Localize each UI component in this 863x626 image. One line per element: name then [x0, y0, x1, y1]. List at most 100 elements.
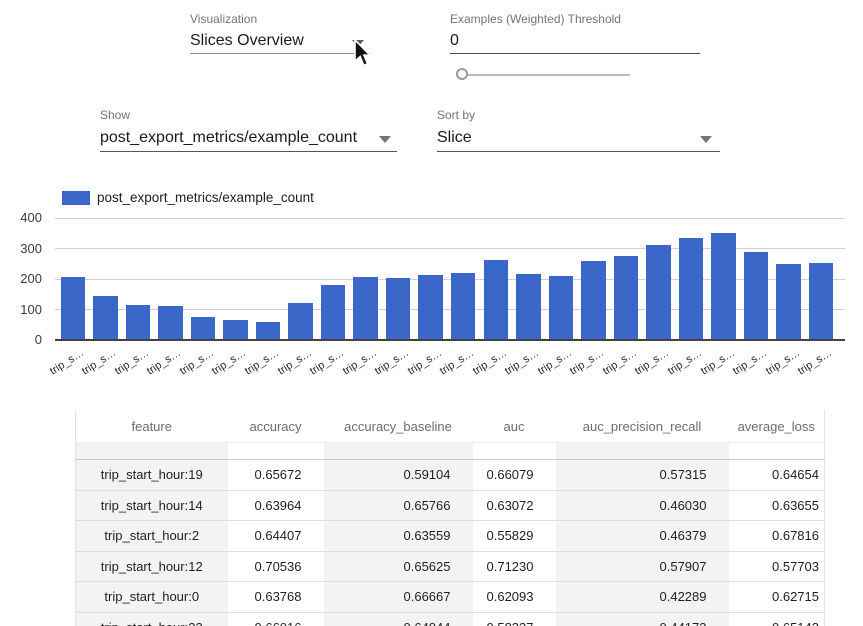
- bar[interactable]: [549, 276, 574, 340]
- metric-cell: 0.57907: [556, 551, 729, 582]
- column-header-accuracy_baseline[interactable]: accuracy_baseline: [324, 410, 473, 443]
- metric-cell: 0.59104: [324, 460, 473, 491]
- metric-cell: 0.65625: [324, 551, 473, 582]
- column-header-auc[interactable]: auc: [473, 410, 556, 443]
- legend-swatch: [62, 191, 90, 205]
- metric-cell: 0.42289: [556, 582, 729, 613]
- metric-cell: 0.57315: [556, 460, 729, 491]
- bar[interactable]: [581, 261, 606, 340]
- sort-by-value[interactable]: Slice: [437, 129, 472, 147]
- sort-by-label: Sort by: [437, 108, 475, 122]
- metric-cell: 0.62715: [729, 582, 825, 613]
- bar[interactable]: [93, 296, 118, 340]
- metric-cell: 0.63559: [324, 521, 473, 552]
- feature-cell: trip_start_hour:2: [76, 521, 228, 552]
- bar[interactable]: [223, 320, 248, 340]
- slider-handle[interactable]: [456, 68, 468, 80]
- bar[interactable]: [744, 252, 769, 340]
- chart-x-axis-line: [55, 339, 845, 341]
- feature-cell: trip_start_hour:12: [76, 551, 228, 582]
- table-row: trip_start_hour:140.639640.657660.63072 0…: [76, 490, 825, 521]
- feature-cell: trip_start_hour:14: [76, 490, 228, 521]
- column-header-feature[interactable]: feature: [76, 410, 228, 443]
- bar[interactable]: [451, 273, 476, 340]
- visualization-value[interactable]: Slices Overview: [190, 32, 304, 50]
- show-underline: [100, 151, 397, 152]
- metric-cell: 0.46379: [556, 521, 729, 552]
- bar[interactable]: [321, 285, 346, 340]
- bar[interactable]: [126, 305, 151, 340]
- filter-cell: [556, 443, 729, 460]
- threshold-input-underline: [450, 53, 700, 54]
- metric-cell: 0.63072: [473, 490, 556, 521]
- column-header-auc_precision_recall[interactable]: auc_precision_recall: [556, 410, 729, 443]
- bar[interactable]: [776, 264, 801, 340]
- bar[interactable]: [288, 303, 313, 340]
- bar[interactable]: [418, 275, 443, 340]
- chevron-down-icon: [700, 136, 712, 143]
- table-row: trip_start_hour:20.644070.635590.558290.…: [76, 521, 825, 552]
- bar[interactable]: [646, 245, 671, 340]
- bar[interactable]: [386, 278, 411, 340]
- table-row: trip_start_hour:230.660160.648440.583370…: [76, 612, 825, 626]
- metric-cell: 0.44173: [556, 612, 729, 626]
- metrics-table: featureaccuracyaccuracy_baselineaucauc_p…: [75, 410, 825, 626]
- filter-row: [76, 443, 825, 460]
- bar[interactable]: [158, 306, 183, 340]
- column-header-average_loss[interactable]: average_loss: [729, 410, 825, 443]
- y-tick-label: 100: [4, 302, 42, 318]
- feature-cell: trip_start_hour:19: [76, 460, 228, 491]
- sort-by-underline: [437, 151, 720, 152]
- visualization-label: Visualization: [190, 12, 257, 26]
- metric-cell: 0.67816: [729, 521, 825, 552]
- threshold-input[interactable]: 0: [450, 32, 459, 50]
- feature-cell: trip_start_hour:0: [76, 582, 228, 613]
- feature-cell: trip_start_hour:23: [76, 612, 228, 626]
- metric-cell: 0.66667: [324, 582, 473, 613]
- metric-cell: 0.66016: [228, 612, 324, 626]
- y-tick-label: 400: [4, 210, 42, 226]
- bar[interactable]: [61, 277, 86, 340]
- table-row: trip_start_hour:120.705360.656250.712300…: [76, 551, 825, 582]
- slices-overview-widget: Visualization Slices Overview Examples (…: [0, 0, 863, 626]
- metric-cell: 0.64844: [324, 612, 473, 626]
- column-header-accuracy[interactable]: accuracy: [228, 410, 324, 443]
- metric-cell: 0.71230: [473, 551, 556, 582]
- metric-cell: 0.66079: [473, 460, 556, 491]
- show-value[interactable]: post_export_metrics/example_count: [100, 129, 357, 147]
- bar[interactable]: [679, 238, 704, 340]
- metrics-table-container: featureaccuracyaccuracy_baselineaucauc_p…: [75, 410, 825, 626]
- threshold-label: Examples (Weighted) Threshold: [450, 12, 621, 26]
- metric-cell: 0.70536: [228, 551, 324, 582]
- metric-cell: 0.58337: [473, 612, 556, 626]
- bar[interactable]: [809, 263, 834, 340]
- bar[interactable]: [256, 322, 281, 340]
- example-count-bar-chart: post_export_metrics/example_count 0 100 20…: [0, 185, 863, 397]
- metric-cell: 0.55829: [473, 521, 556, 552]
- table-header-row: featureaccuracyaccuracy_baselineaucauc_p…: [76, 410, 825, 443]
- filter-cell: [729, 443, 825, 460]
- filter-cell: [473, 443, 556, 460]
- filter-cell: [228, 443, 324, 460]
- metric-cell: 0.65766: [324, 490, 473, 521]
- filter-cell: [324, 443, 473, 460]
- metric-cell: 0.63964: [228, 490, 324, 521]
- y-tick-label: 0: [4, 332, 42, 348]
- metric-cell: 0.62093: [473, 582, 556, 613]
- metric-cell: 0.63655: [729, 490, 825, 521]
- metric-cell: 0.65672: [228, 460, 324, 491]
- legend-label: post_export_metrics/example_count: [97, 190, 314, 205]
- slider-track[interactable]: [456, 74, 630, 76]
- bar[interactable]: [353, 277, 378, 340]
- bar[interactable]: [516, 274, 541, 340]
- bar[interactable]: [711, 233, 736, 340]
- chevron-down-icon: [379, 136, 391, 143]
- bar[interactable]: [484, 260, 509, 340]
- metric-cell: 0.64407: [228, 521, 324, 552]
- metric-cell: 0.64654: [729, 460, 825, 491]
- bar[interactable]: [191, 317, 216, 340]
- y-tick-label: 300: [4, 241, 42, 257]
- bar[interactable]: [614, 256, 639, 340]
- show-label: Show: [100, 108, 130, 122]
- y-tick-label: 200: [4, 271, 42, 287]
